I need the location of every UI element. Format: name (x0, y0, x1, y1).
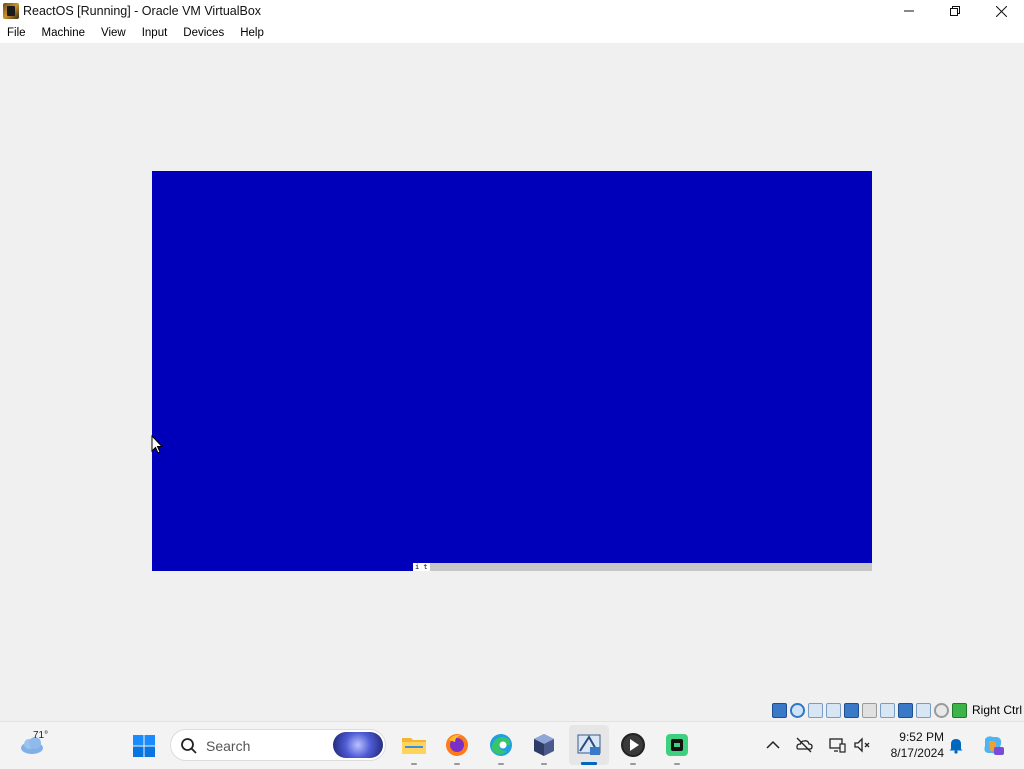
taskbar: 71° Search 9:52 PM 8/17/2024 (0, 721, 1024, 769)
search-placeholder: Search (206, 738, 251, 754)
taskbar-search[interactable]: Search (170, 729, 386, 761)
vm-display[interactable]: i t (152, 171, 872, 571)
search-highlight-image (333, 732, 383, 758)
running-indicator (674, 763, 680, 765)
audio-icon[interactable] (807, 702, 823, 718)
edge-icon (490, 734, 512, 756)
maximize-button[interactable] (932, 0, 978, 22)
virtualbox-app[interactable] (530, 731, 558, 765)
running-indicator (411, 763, 417, 765)
vbox-status-bar: Right Ctrl (771, 700, 1024, 720)
active-indicator (581, 762, 597, 765)
firefox-app[interactable] (443, 731, 471, 765)
window-controls (886, 0, 1024, 22)
cpu-icon[interactable] (915, 702, 931, 718)
shared-folders-icon[interactable] (861, 702, 877, 718)
reactos-vm-icon (577, 734, 601, 755)
virtualbox-app-icon (3, 3, 19, 19)
menu-input[interactable]: Input (134, 27, 176, 39)
network-icon[interactable] (828, 736, 846, 754)
vm-status-bar: i t (413, 563, 872, 571)
menu-bar: File Machine View Input Devices Help (0, 22, 1024, 43)
firefox-icon (446, 734, 468, 756)
display-icon[interactable] (879, 702, 895, 718)
minimize-button[interactable] (886, 0, 932, 22)
edge-app[interactable] (487, 731, 515, 765)
close-icon (995, 5, 1007, 17)
host-key-label: Right Ctrl (971, 703, 1022, 717)
onedrive-offline-icon[interactable] (795, 736, 813, 754)
running-indicator (541, 763, 547, 765)
title-bar: ReactOS [Running] - Oracle VM VirtualBox (0, 0, 1024, 22)
copilot-icon[interactable] (981, 733, 1005, 757)
video-capture-icon[interactable] (897, 702, 913, 718)
reactos-vm-app[interactable] (569, 725, 609, 765)
hard-disk-icon[interactable] (771, 702, 787, 718)
chevron-up-icon[interactable] (764, 736, 782, 754)
restore-icon (950, 6, 960, 16)
volume-muted-icon[interactable] (853, 736, 871, 754)
running-indicator (630, 763, 636, 765)
menu-file[interactable]: File (0, 27, 34, 39)
notification-bell-icon[interactable] (947, 736, 965, 754)
file-explorer-app[interactable] (400, 731, 428, 765)
folder-icon (402, 738, 426, 754)
start-button[interactable] (132, 734, 156, 758)
mouse-pointer-icon (151, 435, 163, 454)
menu-view[interactable]: View (93, 27, 134, 39)
system-clock[interactable]: 9:52 PM 8/17/2024 (880, 729, 944, 761)
virtualbox-icon (534, 734, 554, 756)
close-button[interactable] (978, 0, 1024, 22)
weather-temperature: 71° (33, 730, 49, 741)
host-key-icon[interactable] (951, 702, 967, 718)
terminal-icon (666, 734, 688, 756)
menu-help[interactable]: Help (232, 27, 272, 39)
mouse-integration-icon[interactable] (933, 702, 949, 718)
clock-time: 9:52 PM (899, 730, 944, 744)
terminal-app[interactable] (663, 731, 691, 765)
media-player-app[interactable] (619, 731, 647, 765)
running-indicator (498, 763, 504, 765)
search-icon (181, 738, 197, 754)
menu-machine[interactable]: Machine (34, 27, 93, 39)
optical-drive-icon[interactable] (789, 702, 805, 718)
clock-date: 8/17/2024 (890, 746, 944, 760)
usb-icon[interactable] (843, 702, 859, 718)
running-indicator (454, 763, 460, 765)
vm-status-text: i t (413, 563, 430, 571)
network-icon[interactable] (825, 702, 841, 718)
play-icon (621, 733, 645, 757)
window-title: ReactOS [Running] - Oracle VM VirtualBox (23, 4, 262, 18)
menu-devices[interactable]: Devices (175, 27, 232, 39)
minimize-icon (904, 10, 914, 12)
